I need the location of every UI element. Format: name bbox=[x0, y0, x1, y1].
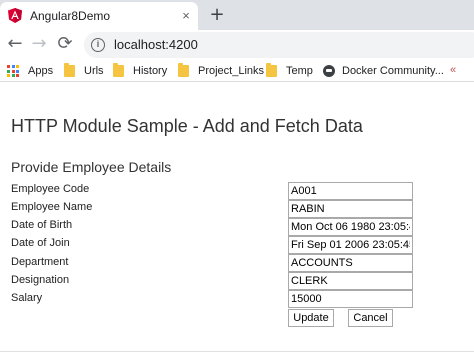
bookmark-project-links[interactable]: Project_Links bbox=[178, 63, 264, 79]
bookmarks-overflow-icon[interactable]: « bbox=[450, 64, 456, 76]
salary-label: Salary bbox=[11, 292, 43, 304]
employee-code-input[interactable] bbox=[288, 182, 413, 200]
date-of-birth-label: Date of Birth bbox=[11, 219, 73, 231]
department-input[interactable] bbox=[288, 254, 413, 272]
update-button[interactable]: Update bbox=[288, 309, 334, 327]
forward-arrow-icon[interactable]: → bbox=[29, 34, 49, 54]
page-title: HTTP Module Sample - Add and Fetch Data bbox=[11, 116, 363, 136]
date-of-birth-input[interactable] bbox=[288, 218, 413, 236]
angular-icon bbox=[8, 8, 22, 23]
designation-input[interactable] bbox=[288, 272, 413, 290]
address-bar[interactable]: i localhost:4200 bbox=[84, 32, 474, 58]
divider bbox=[0, 351, 474, 352]
docker-icon bbox=[323, 65, 335, 77]
bookmark-apps[interactable]: Apps bbox=[7, 63, 53, 79]
bookmark-label: Temp bbox=[286, 65, 313, 77]
info-icon[interactable]: i bbox=[91, 38, 105, 52]
browser-toolbar: ← → ⟳ i localhost:4200 bbox=[0, 30, 474, 60]
bookmark-history[interactable]: History bbox=[113, 63, 167, 79]
back-arrow-icon[interactable]: ← bbox=[5, 34, 25, 54]
employee-name-label: Employee Name bbox=[11, 201, 93, 213]
date-of-join-label: Date of Join bbox=[11, 237, 70, 249]
bookmark-label: Apps bbox=[28, 65, 54, 77]
section-title: Provide Employee Details bbox=[11, 159, 172, 175]
folder-icon bbox=[266, 63, 277, 77]
new-tab-button[interactable]: + bbox=[206, 5, 228, 27]
folder-icon bbox=[178, 63, 189, 77]
tab-title: Angular8Demo bbox=[30, 9, 111, 23]
bookmark-label: Project_Links bbox=[198, 65, 265, 77]
bookmark-label: Docker Community... bbox=[342, 65, 444, 77]
url-text[interactable]: localhost:4200 bbox=[114, 37, 198, 52]
browser-tab[interactable]: Angular8Demo × bbox=[0, 2, 198, 30]
employee-name-input[interactable] bbox=[288, 200, 413, 218]
bookmark-label: History bbox=[133, 65, 168, 77]
employee-code-label: Employee Code bbox=[11, 183, 90, 195]
bookmark-label: Urls bbox=[84, 65, 104, 77]
folder-icon bbox=[113, 63, 124, 77]
designation-label: Designation bbox=[11, 274, 70, 286]
salary-input[interactable] bbox=[288, 290, 413, 308]
department-label: Department bbox=[11, 256, 69, 268]
tab-strip: Angular8Demo × + bbox=[0, 0, 474, 30]
reload-icon[interactable]: ⟳ bbox=[55, 34, 75, 54]
cancel-button[interactable]: Cancel bbox=[348, 309, 393, 327]
bookmark-temp[interactable]: Temp bbox=[266, 63, 313, 79]
bookmark-urls[interactable]: Urls bbox=[64, 63, 104, 79]
close-tab-icon[interactable]: × bbox=[178, 8, 194, 24]
bookmark-docker-community[interactable]: Docker Community... bbox=[323, 63, 444, 79]
date-of-join-input[interactable] bbox=[288, 236, 413, 254]
apps-icon bbox=[7, 65, 19, 77]
folder-icon bbox=[64, 63, 75, 77]
bookmarks-bar: Apps Urls History Project_Links Temp Doc… bbox=[0, 60, 474, 82]
